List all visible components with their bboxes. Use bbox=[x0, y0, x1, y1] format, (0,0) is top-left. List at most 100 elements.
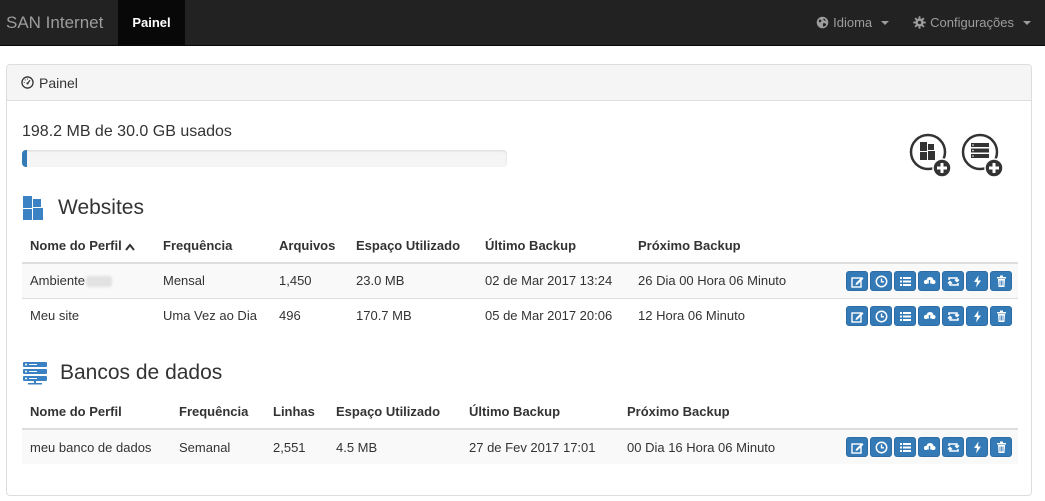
cell-frequency: Mensal bbox=[155, 262, 271, 298]
cloud-download-button[interactable] bbox=[918, 270, 940, 291]
cell-name: meu banco de dados bbox=[22, 428, 171, 464]
column-header-frequency: Frequência bbox=[171, 395, 265, 430]
edit-button[interactable] bbox=[846, 437, 868, 457]
settings-dropdown[interactable]: Configurações bbox=[901, 0, 1045, 45]
retweet-icon bbox=[947, 312, 960, 321]
flash-icon bbox=[974, 441, 981, 454]
trash-button[interactable] bbox=[990, 437, 1012, 457]
storage-progress bbox=[22, 150, 507, 167]
column-header-next-backup: Próximo Backup bbox=[630, 229, 823, 264]
cell-frequency: Uma Vez ao Dia bbox=[155, 297, 271, 333]
column-header-next-backup: Próximo Backup bbox=[619, 395, 818, 430]
flash-icon bbox=[974, 310, 981, 323]
flash-button[interactable] bbox=[966, 437, 988, 457]
storage-progress-fill bbox=[22, 150, 27, 167]
retweet-button[interactable] bbox=[942, 305, 964, 326]
clock-icon bbox=[875, 441, 888, 454]
cloud-download-button[interactable] bbox=[918, 305, 940, 326]
databases-title: Bancos de dados bbox=[60, 361, 223, 384]
flash-icon bbox=[974, 275, 981, 288]
cell-name: Meu site bbox=[22, 297, 155, 333]
add-database-icon[interactable] bbox=[961, 133, 1005, 179]
column-header-name[interactable]: Nome do Perfil bbox=[22, 395, 171, 430]
globe-icon bbox=[816, 16, 829, 29]
list-icon bbox=[900, 276, 911, 286]
table-row: meu banco de dados Semanal 2,551 4.5 MB … bbox=[22, 428, 1018, 464]
dashboard-icon bbox=[21, 76, 34, 89]
settings-label: Configurações bbox=[930, 15, 1014, 30]
language-label: Idioma bbox=[833, 15, 873, 30]
clock-button[interactable] bbox=[870, 305, 892, 326]
edit-button[interactable] bbox=[846, 305, 868, 326]
add-website-icon[interactable] bbox=[909, 133, 953, 179]
chevron-down-icon bbox=[881, 21, 890, 25]
table-header-row: Nome do Perfil Frequência Linhas Espaço … bbox=[22, 395, 1018, 430]
retweet-icon bbox=[947, 443, 960, 452]
website-icon bbox=[23, 196, 43, 220]
column-header-space: Espaço Utilizado bbox=[328, 395, 461, 430]
list-icon bbox=[900, 443, 911, 452]
retweet-button[interactable] bbox=[942, 437, 964, 457]
cell-next-backup: 12 Hora 06 Minuto bbox=[630, 297, 823, 333]
table-header-row: Nome do Perfil Frequência Arquivos Espaç… bbox=[22, 229, 1018, 264]
column-header-name[interactable]: Nome do Perfil bbox=[22, 229, 155, 264]
cloud-download-icon bbox=[923, 311, 936, 322]
brand-link[interactable]: SAN Internet bbox=[0, 0, 118, 45]
language-dropdown[interactable]: Idioma bbox=[804, 0, 901, 45]
list-button[interactable] bbox=[894, 437, 916, 457]
trash-button[interactable] bbox=[990, 270, 1012, 291]
clock-icon bbox=[875, 275, 888, 288]
cloud-download-icon bbox=[923, 443, 936, 454]
flash-button[interactable] bbox=[966, 305, 988, 326]
column-header-files: Arquivos bbox=[271, 229, 348, 264]
cell-name: Ambiente bbox=[22, 262, 155, 298]
retweet-icon bbox=[947, 277, 960, 286]
edit-icon bbox=[851, 443, 864, 454]
trash-icon bbox=[997, 275, 1006, 287]
column-header-space: Espaço Utilizado bbox=[348, 229, 477, 264]
cloud-download-button[interactable] bbox=[918, 437, 940, 457]
cell-last-backup: 02 de Mar 2017 13:24 bbox=[477, 262, 630, 298]
nav-item-painel[interactable]: Painel bbox=[118, 0, 185, 45]
list-icon bbox=[900, 311, 911, 321]
trash-button[interactable] bbox=[990, 305, 1012, 326]
dashboard-panel: Painel 198.2 MB de 30.0 GB usados Websit… bbox=[6, 64, 1032, 496]
database-icon bbox=[23, 362, 47, 385]
cell-files: 1,450 bbox=[271, 262, 348, 298]
cloud-download-icon bbox=[923, 276, 936, 287]
panel-title: Painel bbox=[39, 74, 78, 91]
column-header-rows: Linhas bbox=[265, 395, 328, 430]
edit-icon bbox=[851, 311, 864, 323]
list-button[interactable] bbox=[894, 305, 916, 326]
cell-last-backup: 27 de Fev 2017 17:01 bbox=[461, 428, 619, 464]
clock-button[interactable] bbox=[870, 270, 892, 291]
flash-button[interactable] bbox=[966, 270, 988, 291]
gear-icon bbox=[913, 16, 926, 29]
nav-right: Idioma Configurações bbox=[804, 0, 1045, 45]
cell-last-backup: 05 de Mar 2017 20:06 bbox=[477, 297, 630, 333]
cell-space: 23.0 MB bbox=[348, 262, 477, 298]
column-header-last-backup: Último Backup bbox=[477, 229, 630, 264]
table-row: Ambiente Mensal 1,450 23.0 MB 02 de Mar … bbox=[22, 262, 1018, 298]
cell-space: 4.5 MB bbox=[328, 428, 461, 464]
list-button[interactable] bbox=[894, 270, 916, 291]
cell-frequency: Semanal bbox=[171, 428, 265, 464]
top-navbar: SAN Internet Painel Idioma Configurações bbox=[0, 0, 1045, 46]
websites-title: Websites bbox=[58, 196, 144, 219]
retweet-button[interactable] bbox=[942, 270, 964, 291]
trash-icon bbox=[997, 441, 1006, 453]
clock-button[interactable] bbox=[870, 437, 892, 457]
column-header-actions bbox=[818, 395, 1018, 430]
trash-icon bbox=[997, 310, 1006, 322]
storage-usage-text: 198.2 MB de 30.0 GB usados bbox=[22, 123, 232, 140]
column-header-last-backup: Último Backup bbox=[461, 395, 619, 430]
clock-icon bbox=[875, 310, 888, 323]
row-actions bbox=[823, 297, 1018, 333]
cell-next-backup: 00 Dia 16 Hora 06 Minuto bbox=[619, 428, 818, 464]
column-header-frequency: Frequência bbox=[155, 229, 271, 264]
redacted-text bbox=[85, 276, 112, 288]
cell-rows: 2,551 bbox=[265, 428, 328, 464]
table-row: Meu site Uma Vez ao Dia 496 170.7 MB 05 … bbox=[22, 297, 1018, 333]
edit-button[interactable] bbox=[846, 270, 868, 291]
edit-icon bbox=[851, 276, 864, 288]
